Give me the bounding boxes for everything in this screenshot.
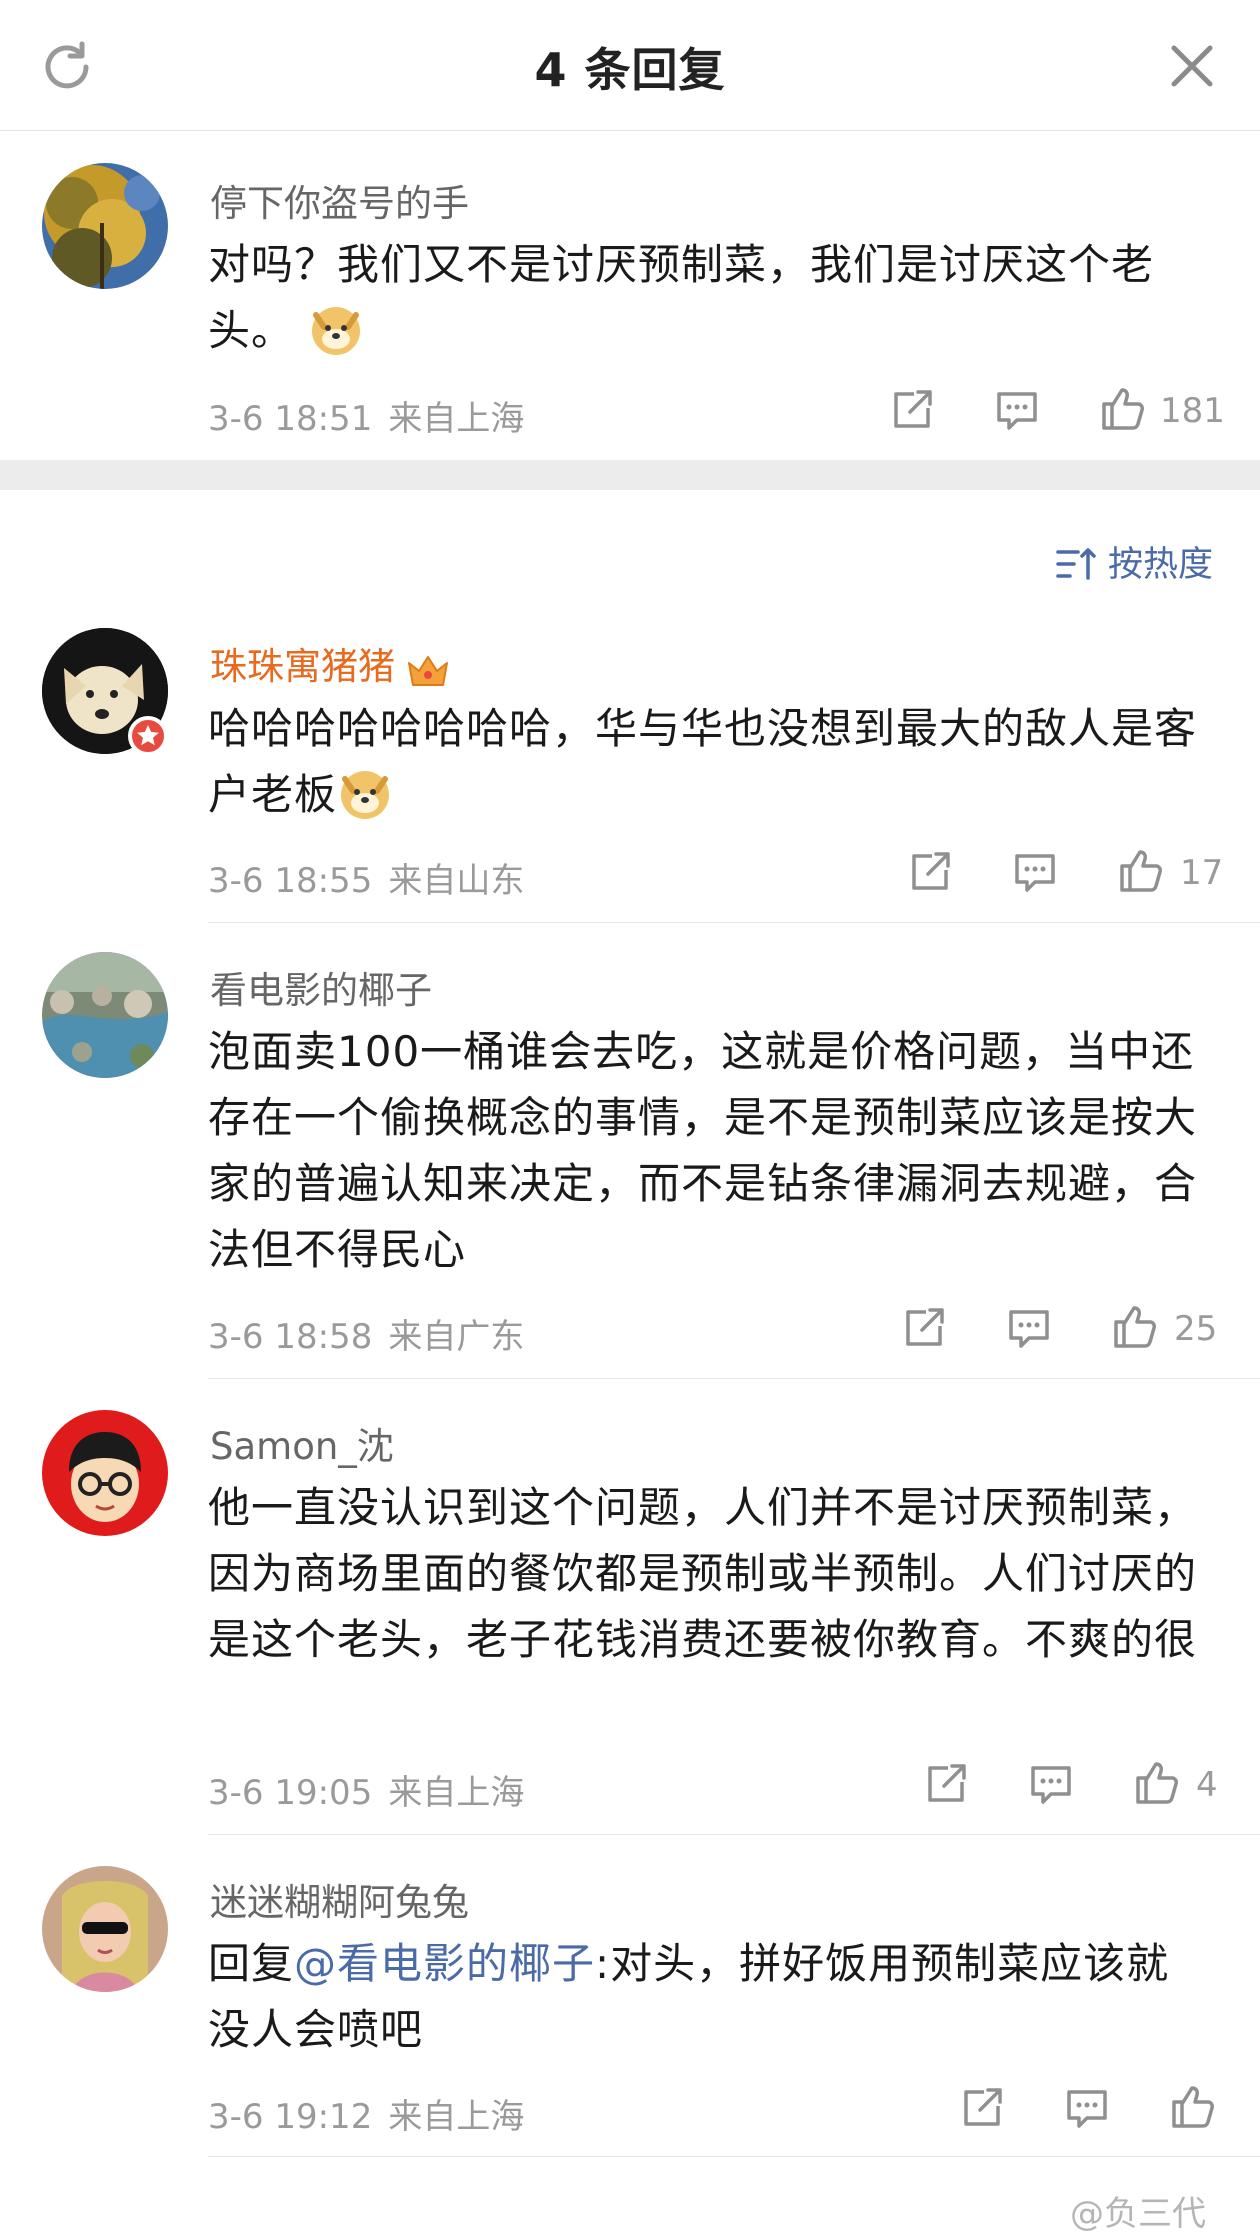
- comment-text: 他一直没认识到这个问题，人们并不是讨厌预制菜，因为商场里面的餐饮都是预制或半预制…: [208, 1483, 1198, 1664]
- thumbs-up-icon[interactable]: [1132, 1758, 1180, 1806]
- reply-prefix: 回复: [208, 1939, 295, 1988]
- comment-meta: 3-6 18:51 来自上海: [208, 391, 524, 440]
- doge-emoji-icon: [341, 771, 390, 819]
- comment-icon[interactable]: [1011, 848, 1059, 896]
- section-separator: [0, 460, 1260, 490]
- like-count: 4: [1196, 1765, 1218, 1805]
- share-icon[interactable]: [922, 1760, 970, 1808]
- like-count: 25: [1174, 1309, 1218, 1349]
- thumbs-up-icon[interactable]: [1098, 384, 1146, 432]
- divider: [208, 2156, 1260, 2157]
- username[interactable]: 珠珠寓猪猪: [210, 636, 451, 690]
- comment-meta: 3-6 18:55 来自山东: [208, 853, 524, 902]
- like-count: 181: [1160, 391, 1225, 431]
- comment-meta: 3-6 19:12 来自上海: [208, 2089, 524, 2138]
- username[interactable]: 看电影的椰子: [210, 960, 432, 1014]
- doge-emoji-icon: [312, 307, 361, 355]
- comment-text: 泡面卖100一桶谁会去吃，这就是价格问题，当中还存在一个偷换概念的事情，是不是预…: [208, 1027, 1198, 1274]
- like-count: 17: [1180, 853, 1224, 893]
- location: 来自上海: [388, 2097, 525, 2137]
- sort-icon: [1056, 548, 1096, 580]
- comment-meta: 3-6 18:58 来自广东: [208, 1309, 524, 1358]
- comment-icon[interactable]: [993, 386, 1041, 434]
- comment-icon[interactable]: [1063, 2084, 1111, 2132]
- thumbs-up-icon[interactable]: [1116, 846, 1164, 894]
- location: 来自上海: [388, 1773, 525, 1813]
- avatar[interactable]: [42, 163, 168, 289]
- comment-meta: 3-6 19:05 来自上海: [208, 1765, 524, 1814]
- avatar[interactable]: [42, 1866, 168, 1992]
- divider: [208, 1378, 1260, 1379]
- comment-text: 哈哈哈哈哈哈哈哈，华与华也没想到最大的敌人是客户老板: [208, 696, 1208, 828]
- timestamp: 3-6 19:12: [208, 2097, 373, 2137]
- close-icon[interactable]: [1166, 40, 1218, 92]
- timestamp: 3-6 18:58: [208, 1317, 373, 1357]
- share-icon[interactable]: [958, 2084, 1006, 2132]
- comment-icon[interactable]: [1005, 1304, 1053, 1352]
- timestamp: 3-6 18:55: [208, 861, 373, 901]
- divider: [208, 922, 1260, 923]
- sort-toggle[interactable]: 按热度: [1056, 536, 1213, 587]
- divider: [208, 1834, 1260, 1835]
- comment-icon[interactable]: [1027, 1760, 1075, 1808]
- watermark: @负三代: [1070, 2194, 1206, 2234]
- sort-label: 按热度: [1108, 545, 1214, 585]
- username[interactable]: 停下你盗号的手: [210, 173, 469, 227]
- location: 来自山东: [388, 861, 525, 901]
- thumbs-up-icon[interactable]: [1168, 2082, 1216, 2130]
- avatar[interactable]: [42, 952, 168, 1078]
- location: 来自上海: [388, 399, 525, 439]
- username[interactable]: 迷迷糊糊阿兔兔: [210, 1872, 469, 1926]
- mention-link[interactable]: @看电影的椰子: [294, 1939, 595, 1988]
- avatar[interactable]: [42, 1410, 168, 1536]
- panel-title: 4 条回复: [534, 43, 726, 97]
- comment-text: 回复@看电影的椰子:对头，拼好饭用预制菜应该就没人会喷吧: [208, 1931, 1208, 2063]
- share-icon[interactable]: [900, 1304, 948, 1352]
- location: 来自广东: [388, 1317, 525, 1357]
- comment-text: 对吗？我们又不是讨厌预制菜，我们是讨厌这个老头。: [208, 232, 1208, 364]
- username[interactable]: Samon_沈: [210, 1416, 394, 1470]
- star-icon: [137, 725, 159, 746]
- crown-icon: [408, 655, 448, 686]
- username-text: 珠珠寓猪猪: [210, 645, 395, 688]
- thumbs-up-icon[interactable]: [1110, 1302, 1158, 1350]
- header: 4 条回复: [0, 0, 1260, 131]
- share-icon[interactable]: [906, 848, 954, 896]
- timestamp: 3-6 19:05: [208, 1773, 373, 1813]
- share-icon[interactable]: [888, 386, 936, 434]
- reply-panel: 4 条回复 停下你盗号的手 对吗？我们又不是讨厌预制菜，我们是讨厌这个老头。 3…: [0, 0, 1260, 2240]
- timestamp: 3-6 18:51: [208, 399, 373, 439]
- vip-badge: [128, 716, 168, 756]
